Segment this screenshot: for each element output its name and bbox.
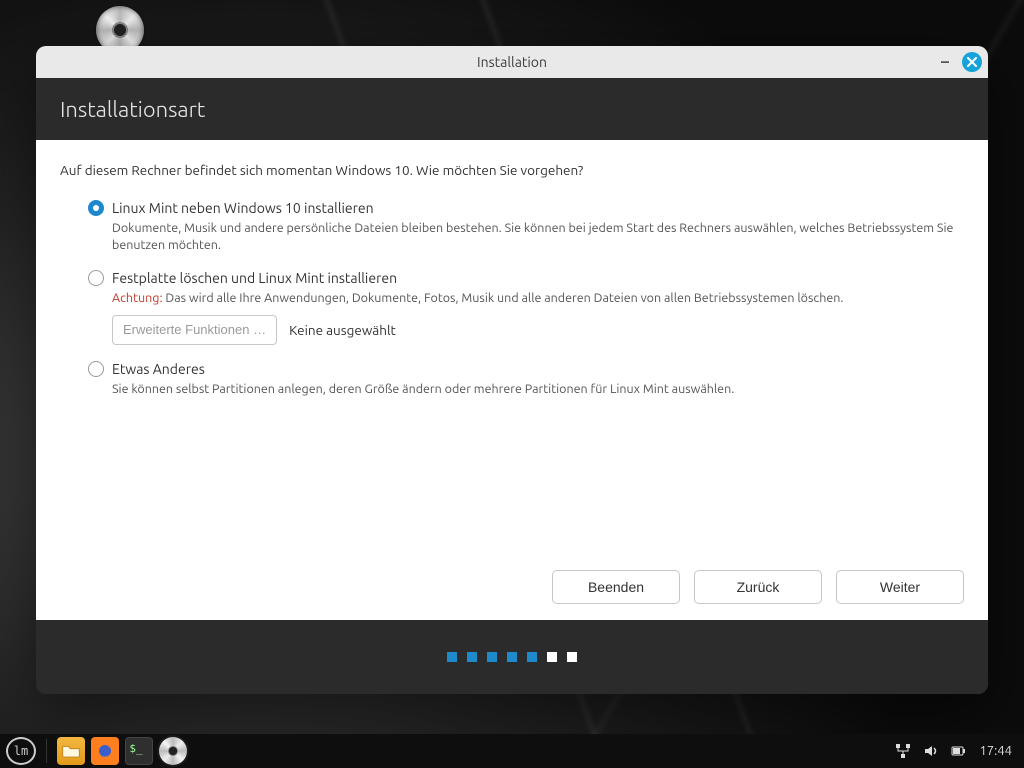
mint-logo-icon: lm xyxy=(14,744,28,758)
taskbar: lm $_ 17:44 xyxy=(0,734,1024,768)
option-description: Achtung: Das wird alle Ihre Anwendungen,… xyxy=(112,290,964,307)
battery-icon[interactable] xyxy=(951,743,967,759)
radio-erase-disk[interactable] xyxy=(88,270,104,286)
progress-step xyxy=(467,652,477,662)
clock[interactable]: 17:44 xyxy=(979,744,1012,758)
option-title: Linux Mint neben Windows 10 installieren xyxy=(112,200,374,216)
window-title: Installation xyxy=(477,54,547,70)
file-manager-launcher[interactable] xyxy=(57,737,85,765)
progress-step xyxy=(507,652,517,662)
progress-step xyxy=(447,652,457,662)
back-button[interactable]: Zurück xyxy=(694,570,822,604)
progress-step xyxy=(487,652,497,662)
progress-step xyxy=(527,652,537,662)
terminal-launcher[interactable]: $_ xyxy=(125,737,153,765)
option-description: Sie können selbst Partitionen anlegen, d… xyxy=(112,381,964,398)
installer-taskbar-button[interactable] xyxy=(159,737,187,765)
installer-window: Installation – Installationsart Auf dies… xyxy=(36,46,988,694)
option-title: Etwas Anderes xyxy=(112,361,205,377)
advanced-features-status: Keine ausgewählt xyxy=(289,322,396,338)
firefox-launcher[interactable] xyxy=(91,737,119,765)
terminal-icon: $_ xyxy=(129,742,142,755)
advanced-features-button[interactable]: Erweiterte Funktionen … xyxy=(112,315,277,345)
option-title: Festplatte löschen und Linux Mint instal… xyxy=(112,270,397,286)
progress-step xyxy=(547,652,557,662)
warning-text: Das wird alle Ihre Anwendungen, Dokument… xyxy=(163,291,844,305)
installation-prompt: Auf diesem Rechner befindet sich momenta… xyxy=(60,162,964,178)
continue-button[interactable]: Weiter xyxy=(836,570,964,604)
wizard-footer-buttons: Beenden Zurück Weiter xyxy=(60,558,964,604)
system-tray: 17:44 xyxy=(895,743,1018,759)
warning-label: Achtung: xyxy=(112,291,163,305)
progress-step xyxy=(567,652,577,662)
close-icon xyxy=(967,57,977,67)
folder-icon xyxy=(62,744,80,758)
network-icon[interactable] xyxy=(895,743,911,759)
radio-something-else[interactable] xyxy=(88,361,104,377)
disc-icon xyxy=(159,737,187,765)
window-titlebar[interactable]: Installation – xyxy=(36,46,988,78)
installer-body: Auf diesem Rechner befindet sich momenta… xyxy=(36,140,988,620)
option-install-alongside[interactable]: Linux Mint neben Windows 10 installieren… xyxy=(88,200,964,254)
window-minimize-button[interactable]: – xyxy=(936,53,954,71)
volume-icon[interactable] xyxy=(923,743,939,759)
radio-install-alongside[interactable] xyxy=(88,200,104,216)
page-title: Installationsart xyxy=(36,78,988,140)
option-description: Dokumente, Musik und andere persönliche … xyxy=(112,220,964,254)
taskbar-separator xyxy=(46,739,47,763)
quit-button[interactable]: Beenden xyxy=(552,570,680,604)
start-menu-button[interactable]: lm xyxy=(6,737,36,765)
wizard-progress xyxy=(36,620,988,694)
window-close-button[interactable] xyxy=(962,52,982,72)
option-erase-disk[interactable]: Festplatte löschen und Linux Mint instal… xyxy=(88,270,964,345)
option-something-else[interactable]: Etwas Anderes Sie können selbst Partitio… xyxy=(88,361,964,398)
firefox-icon xyxy=(96,742,114,760)
